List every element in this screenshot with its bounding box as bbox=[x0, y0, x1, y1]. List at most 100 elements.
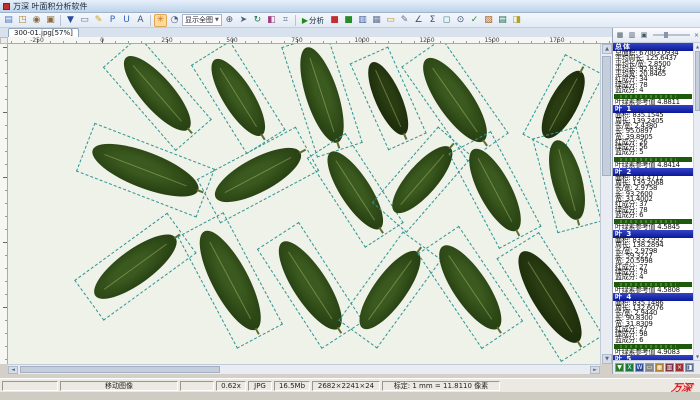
palette-icon[interactable]: ▨ bbox=[482, 14, 495, 27]
ruler-tick bbox=[3, 177, 7, 178]
leaf-object-1[interactable] bbox=[114, 47, 200, 140]
open-image-icon[interactable]: ◳ bbox=[16, 14, 29, 27]
clear-result-icon[interactable]: × bbox=[675, 363, 684, 372]
settings-result-icon[interactable]: ◨ bbox=[685, 363, 694, 372]
panel-close-icon[interactable]: × bbox=[694, 32, 699, 39]
red-channel-icon[interactable]: ■ bbox=[328, 14, 341, 27]
ruler-tick bbox=[141, 41, 142, 43]
leaf-object-12[interactable] bbox=[542, 137, 592, 224]
ruler-tick bbox=[63, 41, 64, 43]
excel-export-icon[interactable]: X bbox=[625, 363, 634, 372]
text-tool-icon[interactable]: A bbox=[134, 14, 147, 27]
ruler-tick bbox=[5, 203, 7, 204]
scroll-right-icon[interactable]: ► bbox=[590, 366, 600, 374]
horizontal-scrollbar[interactable]: ◄ ► bbox=[8, 364, 600, 374]
grid-icon[interactable]: ▦ bbox=[370, 14, 383, 27]
ruler-tick bbox=[5, 320, 7, 321]
chart-view-icon[interactable]: ▥ bbox=[627, 30, 637, 40]
leaf-object-16[interactable] bbox=[349, 243, 430, 338]
print-panel-icon[interactable]: ▣ bbox=[639, 30, 649, 40]
flag-icon[interactable]: ▤ bbox=[496, 14, 509, 27]
measurement-row: 蓝成分: 6 bbox=[613, 213, 693, 218]
tab-bar: 300-01.jpg[57%] bbox=[0, 28, 612, 37]
ruler-label: 750 bbox=[291, 37, 302, 44]
ruler-tick bbox=[518, 41, 519, 43]
measurement-row: 蓝成分: 4 bbox=[613, 275, 693, 280]
panel-scroll-down-icon[interactable]: ▼ bbox=[694, 353, 700, 360]
leaf-object-2[interactable] bbox=[202, 51, 275, 142]
slider-knob[interactable] bbox=[664, 32, 668, 38]
ruler-tick bbox=[401, 41, 402, 43]
view-mode-dropdown[interactable]: 显示全图▼ bbox=[182, 14, 222, 26]
region-icon[interactable]: ◻ bbox=[440, 14, 453, 27]
ruler-tick bbox=[544, 41, 545, 43]
angle-icon[interactable]: ∠ bbox=[412, 14, 425, 27]
rotate-icon[interactable]: ↻ bbox=[251, 14, 264, 27]
ruler-label: 1000 bbox=[354, 37, 369, 44]
panel-scroll-up-icon[interactable]: ▲ bbox=[694, 43, 700, 50]
image-canvas[interactable] bbox=[8, 44, 600, 364]
hand-tool-icon[interactable]: ✳ bbox=[154, 14, 167, 27]
save-result-icon[interactable]: ▼ bbox=[615, 363, 624, 372]
ruler-label: -250 bbox=[30, 37, 44, 44]
ruler-icon[interactable]: ▭ bbox=[384, 14, 397, 27]
status-cell: 2682×2241×24 bbox=[312, 381, 380, 391]
image-export-icon[interactable]: ▦ bbox=[655, 363, 664, 372]
leaf-object-8[interactable] bbox=[208, 137, 309, 212]
toolbar-separator bbox=[295, 15, 296, 26]
horizontal-ruler: -25002505007501000125015001750 bbox=[8, 37, 612, 44]
edit-icon[interactable]: ✎ bbox=[92, 14, 105, 27]
crop-icon[interactable]: ⌗ bbox=[279, 14, 292, 27]
scanner-icon[interactable]: ▣ bbox=[44, 14, 57, 27]
hscroll-thumb[interactable] bbox=[20, 366, 220, 373]
ruler-tick bbox=[24, 41, 25, 43]
zoom-tool-icon[interactable]: ◔ bbox=[168, 14, 181, 27]
save-icon[interactable]: ▼ bbox=[64, 14, 77, 27]
leaf-object-13[interactable] bbox=[85, 224, 185, 310]
sigma-icon[interactable]: Σ bbox=[426, 14, 439, 27]
histogram-icon[interactable]: ▥ bbox=[356, 14, 369, 27]
leaf-object-11[interactable] bbox=[459, 142, 530, 238]
vertical-scrollbar[interactable]: ▲ ▼ bbox=[600, 44, 612, 364]
leaf-object-18[interactable] bbox=[507, 243, 592, 351]
leaf-object-7[interactable] bbox=[86, 133, 204, 207]
chart-result-icon[interactable]: ▥ bbox=[665, 363, 674, 372]
vscroll-thumb[interactable] bbox=[602, 56, 611, 176]
check-icon[interactable]: ✓ bbox=[468, 14, 481, 27]
pointer-icon[interactable]: ➤ bbox=[237, 14, 250, 27]
ruler-tick bbox=[128, 41, 129, 43]
panel-zoom-slider[interactable] bbox=[653, 34, 690, 36]
ruler-tick bbox=[180, 41, 181, 43]
scroll-down-icon[interactable]: ▼ bbox=[602, 354, 612, 364]
word-export-icon[interactable]: W bbox=[635, 363, 644, 372]
leaf-object-14[interactable] bbox=[188, 223, 272, 338]
settings-icon[interactable]: ◨ bbox=[510, 14, 523, 27]
circle-select-icon[interactable]: ⊙ bbox=[454, 14, 467, 27]
measurement-row: 蓝成分: 5 bbox=[613, 150, 693, 155]
camera-icon[interactable]: ◉ bbox=[30, 14, 43, 27]
leaf-object-10[interactable] bbox=[383, 138, 461, 222]
table-view-icon[interactable]: ▦ bbox=[615, 30, 625, 40]
scroll-left-icon[interactable]: ◄ bbox=[8, 366, 18, 374]
analyze-label: 分析 bbox=[309, 15, 324, 26]
ruler-tick bbox=[5, 359, 7, 360]
p-tool-icon[interactable]: P bbox=[106, 14, 119, 27]
ruler-tick bbox=[5, 86, 7, 87]
u-tool-icon[interactable]: U bbox=[120, 14, 133, 27]
print-result-icon[interactable]: ▭ bbox=[645, 363, 654, 372]
leaf-object-17[interactable] bbox=[428, 236, 512, 337]
print-icon[interactable]: ▭ bbox=[78, 14, 91, 27]
image-tab[interactable]: 300-01.jpg[57%] bbox=[8, 28, 79, 37]
leaf-object-3[interactable] bbox=[291, 44, 352, 147]
pencil-icon[interactable]: ✎ bbox=[398, 14, 411, 27]
panel-scrollbar[interactable]: ▲ ▼ bbox=[693, 43, 700, 360]
result-block-leaf-2: 叶 2面积: 831.4712周长: 139.2068长/宽: 2.9758长:… bbox=[613, 168, 693, 230]
measurement-row: 蓝成分: 6 bbox=[613, 338, 693, 343]
new-doc-icon[interactable]: ▤ bbox=[2, 14, 15, 27]
analyze-button[interactable]: ▶分析 bbox=[299, 14, 327, 26]
zoom-in-icon[interactable]: ⊕ bbox=[223, 14, 236, 27]
green-channel-icon[interactable]: ■ bbox=[342, 14, 355, 27]
scroll-up-icon[interactable]: ▲ bbox=[602, 44, 612, 54]
panel-scroll-thumb[interactable] bbox=[695, 51, 700, 111]
color-picker-icon[interactable]: ◧ bbox=[265, 14, 278, 27]
